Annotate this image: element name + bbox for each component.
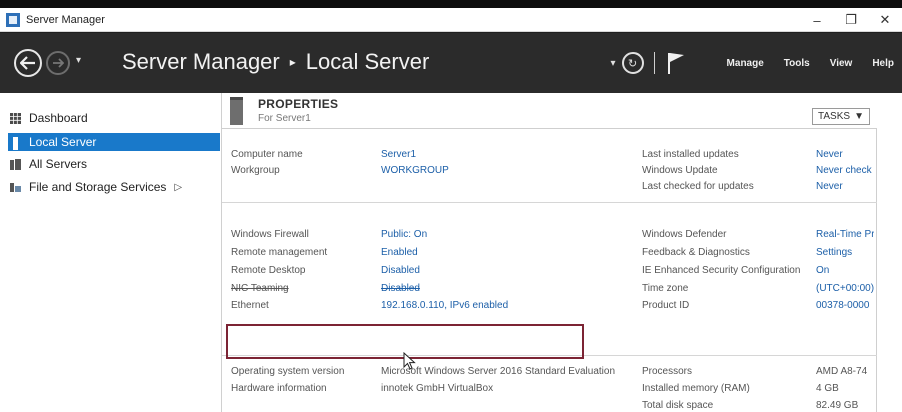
back-button[interactable] bbox=[14, 49, 42, 77]
prop-label-product-id: Product ID bbox=[642, 300, 690, 311]
sidebar-item-label: File and Storage Services bbox=[29, 180, 167, 194]
prop-value-ethernet[interactable]: 192.168.0.110, IPv6 enabled bbox=[381, 299, 508, 313]
prop-label-windows-defender: Windows Defender bbox=[642, 229, 727, 240]
prop-value-windows-firewall[interactable]: Public: On bbox=[381, 228, 427, 242]
prop-label-windows-update: Windows Update bbox=[642, 165, 718, 176]
refresh-icon[interactable]: ↻ bbox=[621, 52, 644, 74]
sidebar-item-file-storage[interactable]: File and Storage Services ▷ bbox=[10, 178, 182, 196]
sidebar-item-label: Dashboard bbox=[29, 111, 88, 125]
section-divider bbox=[222, 202, 877, 203]
prop-value-total-disk-space: 82.49 GB bbox=[816, 400, 859, 411]
prop-label-last-checked-updates: Last checked for updates bbox=[642, 181, 754, 192]
refresh-dropdown-icon[interactable]: ▾ bbox=[611, 58, 616, 69]
sidebar-item-label: Local Server bbox=[29, 135, 97, 149]
prop-label-last-installed-updates: Last installed updates bbox=[642, 149, 739, 160]
prop-value-feedback-diagnostics[interactable]: Settings bbox=[816, 246, 852, 260]
maximize-button[interactable]: ❐ bbox=[834, 8, 868, 32]
prop-value-processors: AMD A8-74 bbox=[816, 366, 868, 377]
prop-label-time-zone: Time zone bbox=[642, 283, 689, 294]
title-bar: Server Manager – ❐ ✕ bbox=[0, 8, 902, 32]
expand-chevron-icon[interactable]: ▷ bbox=[174, 182, 182, 193]
chevron-down-icon: ▼ bbox=[854, 111, 864, 122]
notifications-flag-icon[interactable] bbox=[667, 51, 685, 75]
properties-panel: Computer name Server1 Workgroup WORKGROU… bbox=[222, 128, 877, 412]
menu-manage[interactable]: Manage bbox=[727, 58, 764, 69]
prop-value-windows-defender[interactable]: Real-Time Pr bbox=[816, 228, 874, 242]
prop-label-processors: Processors bbox=[642, 366, 693, 377]
menu-view[interactable]: View bbox=[830, 58, 853, 69]
back-arrow-icon bbox=[20, 56, 35, 70]
breadcrumb-app[interactable]: Server Manager bbox=[122, 49, 280, 75]
prop-value-workgroup[interactable]: WORKGROUP bbox=[381, 164, 449, 178]
properties-subtitle: For Server1 bbox=[258, 113, 311, 124]
mouse-pointer-icon bbox=[403, 351, 417, 370]
prop-label-hardware-info: Hardware information bbox=[231, 383, 327, 394]
prop-value-time-zone[interactable]: (UTC+00:00) bbox=[816, 282, 874, 296]
close-button[interactable]: ✕ bbox=[868, 8, 902, 32]
properties-title: PROPERTIES bbox=[258, 97, 339, 111]
sidebar-item-local-server[interactable]: Local Server bbox=[8, 133, 220, 151]
window-title: Server Manager bbox=[26, 13, 105, 26]
prop-label-computer-name: Computer name bbox=[231, 149, 303, 160]
history-dropdown-icon[interactable]: ▾ bbox=[76, 55, 81, 66]
minimize-button[interactable]: – bbox=[800, 8, 834, 32]
breadcrumb-separator-icon: ▸ bbox=[289, 55, 296, 69]
sidebar-item-dashboard[interactable]: Dashboard bbox=[10, 109, 88, 127]
header-toolbar: ▾ ↻ Manage Tools View Help bbox=[611, 33, 894, 93]
prop-value-computer-name[interactable]: Server1 bbox=[381, 148, 416, 162]
prop-value-remote-management[interactable]: Enabled bbox=[381, 246, 418, 260]
server-icon bbox=[10, 136, 21, 150]
prop-label-installed-memory: Installed memory (RAM) bbox=[642, 383, 750, 394]
prop-value-last-installed-updates[interactable]: Never bbox=[816, 148, 843, 162]
prop-value-last-checked-updates[interactable]: Never bbox=[816, 180, 843, 194]
prop-label-nic-teaming: NIC Teaming bbox=[231, 283, 289, 294]
dashboard-icon bbox=[10, 112, 21, 124]
prop-label-os-version: Operating system version bbox=[231, 366, 345, 377]
prop-value-nic-teaming[interactable]: Disabled bbox=[381, 282, 420, 296]
server-manager-icon bbox=[6, 12, 20, 27]
window-controls: – ❐ ✕ bbox=[800, 8, 902, 32]
menu-tools[interactable]: Tools bbox=[784, 58, 810, 69]
header-bar: ▾ Server Manager ▸ Local Server ▾ ↻ Mana… bbox=[0, 33, 902, 93]
properties-pane: PROPERTIES For Server1 TASKS ▼ Computer … bbox=[222, 93, 902, 412]
storage-icon bbox=[10, 182, 21, 193]
prop-label-windows-firewall: Windows Firewall bbox=[231, 229, 309, 240]
prop-label-total-disk-space: Total disk space bbox=[642, 400, 714, 411]
prop-label-workgroup: Workgroup bbox=[231, 165, 280, 176]
sidebar-item-label: All Servers bbox=[29, 157, 88, 171]
server-tower-icon bbox=[230, 97, 243, 125]
forward-button[interactable] bbox=[46, 51, 70, 75]
prop-value-installed-memory: 4 GB bbox=[816, 383, 839, 394]
prop-label-remote-desktop: Remote Desktop bbox=[231, 265, 306, 276]
breadcrumb: Server Manager ▸ Local Server bbox=[122, 49, 429, 75]
prop-value-remote-desktop[interactable]: Disabled bbox=[381, 264, 420, 278]
tasks-label: TASKS bbox=[818, 111, 851, 122]
breadcrumb-page: Local Server bbox=[305, 49, 430, 74]
prop-label-ie-esc: IE Enhanced Security Configuration bbox=[642, 265, 801, 276]
sidebar-item-all-servers[interactable]: All Servers bbox=[10, 155, 87, 173]
prop-value-hardware-info: innotek GmbH VirtualBox bbox=[381, 383, 494, 394]
prop-value-ie-esc[interactable]: On bbox=[816, 264, 829, 278]
prop-value-product-id[interactable]: 00378-0000 bbox=[816, 299, 874, 313]
prop-label-feedback-diagnostics: Feedback & Diagnostics bbox=[642, 247, 750, 258]
menu-help[interactable]: Help bbox=[872, 58, 894, 69]
sidebar: Dashboard Local Server All Servers File … bbox=[0, 93, 222, 412]
prop-label-ethernet: Ethernet bbox=[231, 300, 269, 311]
top-strip bbox=[0, 0, 902, 8]
forward-arrow-icon bbox=[53, 58, 64, 68]
toolbar-divider bbox=[653, 52, 655, 74]
prop-label-remote-management: Remote management bbox=[231, 247, 328, 258]
prop-value-windows-update[interactable]: Never check bbox=[816, 164, 874, 178]
servers-icon bbox=[10, 158, 21, 170]
tasks-dropdown[interactable]: TASKS ▼ bbox=[812, 108, 870, 125]
